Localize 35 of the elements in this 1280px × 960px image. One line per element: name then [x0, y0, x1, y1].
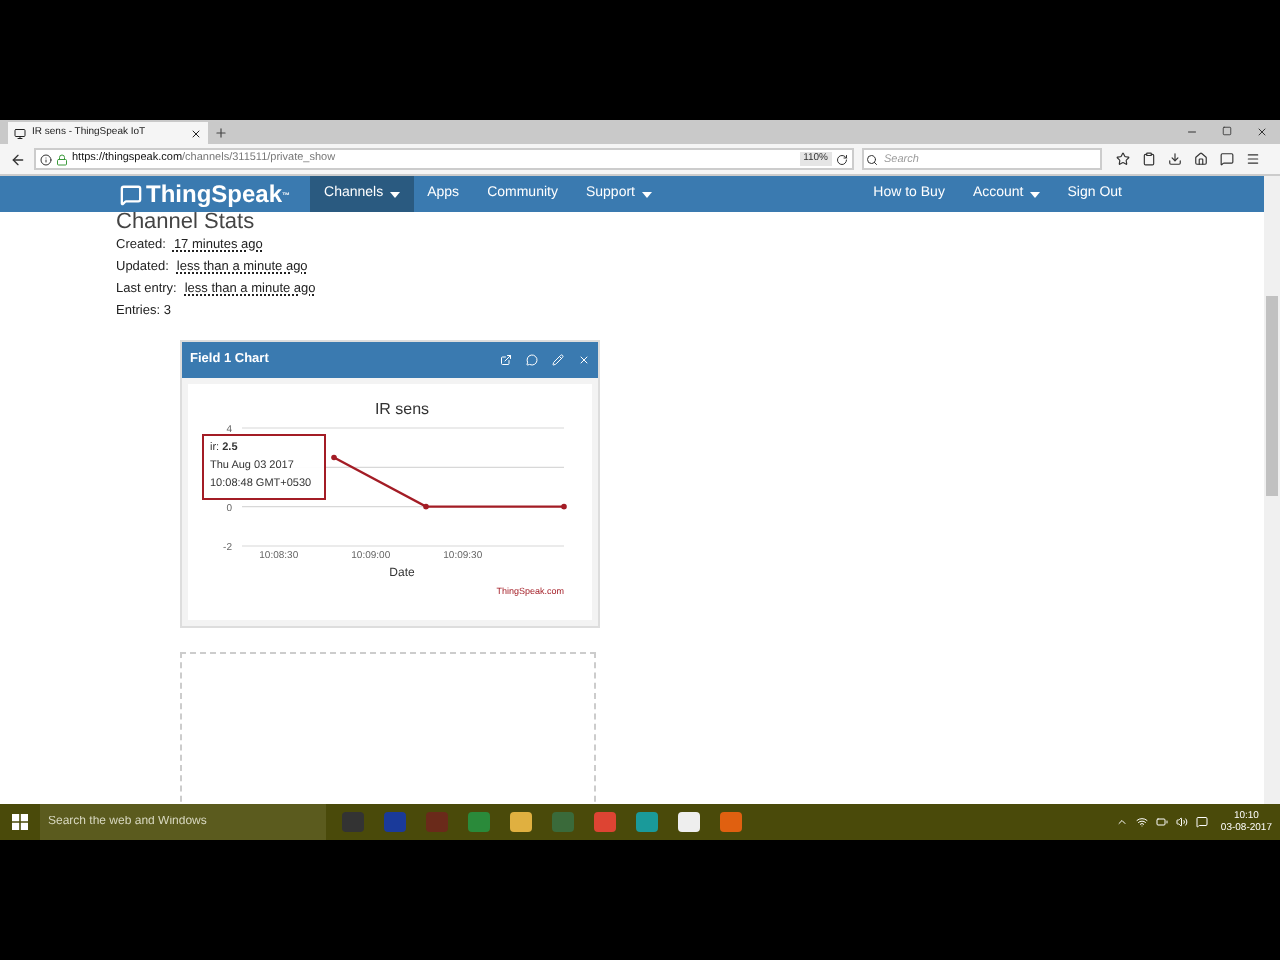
comment-icon[interactable]: [526, 354, 538, 366]
back-icon[interactable]: [10, 151, 26, 167]
scrollbar-thumb[interactable]: [1266, 296, 1278, 496]
notification-icon[interactable]: [1196, 816, 1209, 828]
lock-icon: [56, 153, 68, 165]
chevron-up-icon[interactable]: [1116, 816, 1129, 828]
data-point: [423, 503, 429, 510]
data-point: [331, 454, 337, 461]
app-icon[interactable]: [506, 810, 536, 834]
battery-icon[interactable]: [1156, 816, 1169, 828]
star-icon[interactable]: [1116, 152, 1130, 166]
page-icon: [14, 127, 26, 139]
wifi-icon[interactable]: [1136, 816, 1149, 828]
scrollbar[interactable]: [1264, 176, 1280, 804]
info-icon: [40, 153, 52, 165]
data-point: [561, 503, 567, 510]
clipboard-icon[interactable]: [1142, 152, 1156, 166]
maximize-icon[interactable]: [1222, 126, 1232, 136]
section-heading: Channel Stats: [116, 212, 257, 230]
close-icon[interactable]: [190, 127, 202, 139]
close-icon[interactable]: [1256, 126, 1268, 138]
reload-icon[interactable]: [836, 153, 848, 165]
logo-icon: [120, 183, 142, 205]
windows-icon[interactable]: [12, 814, 28, 830]
search-icon: [866, 153, 878, 165]
edit-icon[interactable]: [552, 354, 564, 366]
new-tab-icon[interactable]: [214, 126, 228, 140]
chart-title: IR sens: [374, 400, 430, 418]
home-icon[interactable]: [1194, 152, 1208, 166]
download-icon[interactable]: [1168, 152, 1182, 166]
app-icon[interactable]: [674, 810, 704, 834]
volume-icon[interactable]: [1176, 816, 1189, 828]
minimize-icon[interactable]: [1186, 126, 1198, 138]
open-window-icon[interactable]: [500, 354, 512, 366]
menu-icon[interactable]: [1246, 152, 1260, 166]
